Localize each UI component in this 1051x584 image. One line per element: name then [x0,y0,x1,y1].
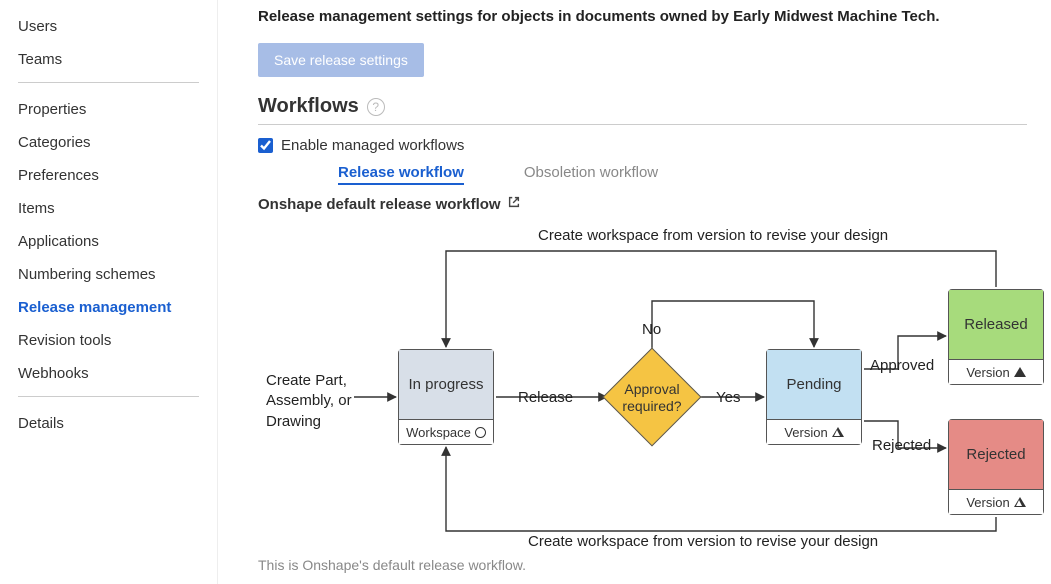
external-link-icon[interactable] [507,195,521,213]
workflow-diagram: Create Part, Assembly, or Drawing In pro… [258,221,1048,551]
sidebar-item-details[interactable]: Details [18,407,199,440]
sidebar-item-users[interactable]: Users [18,10,199,43]
create-part-label: Create Part, Assembly, or Drawing [266,371,386,432]
revise-top-label: Create workspace from version to revise … [538,227,888,244]
workflow-caption: This is Onshape's default release workfl… [258,557,1027,573]
node-rejected: Rejected Version [948,419,1044,515]
sidebar-item-numbering-schemes[interactable]: Numbering schemes [18,258,199,291]
node-pending-title: Pending [767,350,861,420]
workflows-label: Workflows [258,95,359,118]
no-label: No [642,321,661,338]
approved-label: Approved [870,357,934,374]
sidebar: Users Teams Properties Categories Prefer… [0,0,218,584]
sidebar-item-preferences[interactable]: Preferences [18,159,199,192]
workspace-circle-icon [475,427,486,438]
sidebar-item-applications[interactable]: Applications [18,225,199,258]
sidebar-item-teams[interactable]: Teams [18,43,199,76]
node-in-progress-title: In progress [399,350,493,420]
version-triangle-icon [1014,497,1026,507]
tab-release-workflow[interactable]: Release workflow [338,164,464,185]
node-in-progress: In progress Workspace [398,349,494,445]
page-heading: Release management settings for objects … [258,8,1027,25]
enable-managed-workflows-label: Enable managed workflows [281,137,464,154]
save-release-settings-button[interactable]: Save release settings [258,43,424,77]
enable-managed-workflows-checkbox[interactable] [258,138,273,153]
sidebar-item-properties[interactable]: Properties [18,93,199,126]
yes-label: Yes [716,389,740,406]
sidebar-item-revision-tools[interactable]: Revision tools [18,324,199,357]
node-pending-foot: Version [784,425,827,440]
workflows-section-title: Workflows ? [258,95,1027,125]
tab-obsoletion-workflow[interactable]: Obsoletion workflow [524,164,658,185]
rejected-label: Rejected [872,437,931,454]
node-released: Released Version [948,289,1044,385]
version-triangle-icon [832,427,844,437]
decision-text: Approval required? [604,381,700,415]
sidebar-item-items[interactable]: Items [18,192,199,225]
release-label: Release [518,389,573,406]
default-workflow-label: Onshape default release workflow [258,196,501,213]
enable-managed-workflows-row[interactable]: Enable managed workflows [258,137,1027,154]
node-released-title: Released [949,290,1043,360]
node-pending: Pending Version [766,349,862,445]
node-rejected-title: Rejected [949,420,1043,490]
node-released-foot: Version [966,365,1009,380]
sidebar-item-categories[interactable]: Categories [18,126,199,159]
main-content: Release management settings for objects … [218,0,1051,584]
revise-bottom-label: Create workspace from version to revise … [528,533,878,550]
node-in-progress-foot: Workspace [406,425,471,440]
help-icon[interactable]: ? [367,98,385,116]
decision-approval-required: Approval required? [604,349,700,445]
default-workflow-subheading: Onshape default release workflow [258,195,1027,213]
sidebar-item-webhooks[interactable]: Webhooks [18,357,199,390]
node-rejected-foot: Version [966,495,1009,510]
version-triangle-filled-icon [1014,367,1026,377]
workflow-tabs: Release workflow Obsoletion workflow [258,164,1027,185]
sidebar-item-release-management[interactable]: Release management [18,291,199,324]
